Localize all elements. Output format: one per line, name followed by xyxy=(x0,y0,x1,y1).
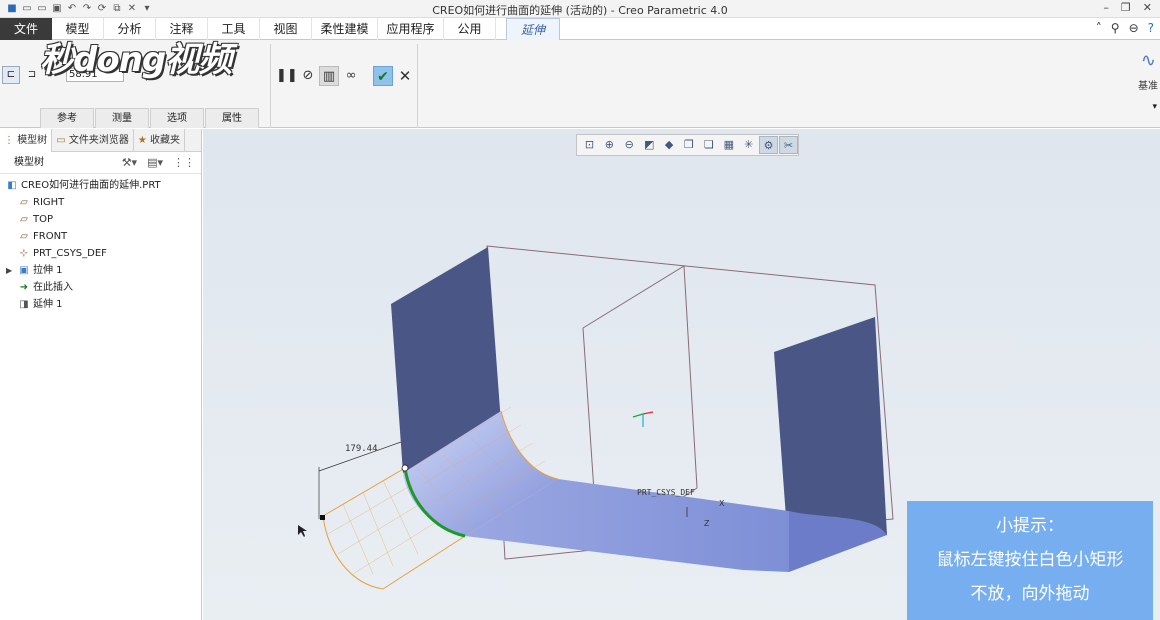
menu-right-tools: ˄ ⚲ ⊖ ? xyxy=(1096,21,1154,35)
settings-icon[interactable]: ⚒▾ xyxy=(122,152,137,174)
extrude-icon: ▣ xyxy=(19,265,29,276)
tab-7[interactable]: 公用 xyxy=(444,18,496,40)
tab-5[interactable]: 柔性建模 xyxy=(312,18,378,40)
restore-icon[interactable]: ❐ xyxy=(1121,1,1131,14)
axis-x-label: X xyxy=(719,499,725,508)
drag-handle-white[interactable] xyxy=(401,464,409,472)
datum-plane-icon: ▱ xyxy=(20,231,28,242)
tree-node-label: PRT_CSYS_DEF xyxy=(33,248,107,259)
tree-node-label: RIGHT xyxy=(33,197,65,208)
datum-plane-icon: ▱ xyxy=(20,197,28,208)
tangent-extend-icon[interactable]: ⊐ xyxy=(24,66,40,84)
navigator-panel: ⋮ 模型树 ▭ 文件夹浏览器 ★ 收藏夹 模型树 ⚒▾ ▤▾ ⋮⋮ ◧ CREO如何进… xyxy=(0,129,202,620)
watermark-logo: 秒dong视频 xyxy=(40,40,232,80)
tree-node-label: 延伸 1 xyxy=(33,299,63,310)
tree-node[interactable]: ▶ ▣ 拉伸 1 xyxy=(0,262,201,279)
tree-node[interactable]: ▱ RIGHT xyxy=(0,194,201,211)
window-controls: – ❐ ✕ xyxy=(1103,1,1152,14)
csys-icon: ⊹ xyxy=(19,248,29,259)
tree-node-label: 拉伸 1 xyxy=(33,265,63,276)
ribbon-separator xyxy=(417,44,418,128)
subtab-1[interactable]: 测量 xyxy=(95,108,149,128)
dashboard-subtabs: 参考 测量 选项 属性 xyxy=(40,108,260,128)
tree-node-label: CREO如何进行曲面的延伸.PRT xyxy=(21,180,161,191)
tab-4[interactable]: 视图 xyxy=(260,18,312,40)
extend-icon: ◨ xyxy=(19,299,29,310)
same-extend-icon[interactable]: ⊏ xyxy=(2,66,20,84)
csys-y-axis xyxy=(632,413,644,418)
window-title: CREO如何进行曲面的延伸 (活动的) - Creo Parametric 4.… xyxy=(432,4,728,17)
tree-node[interactable]: ➜ 在此插入 xyxy=(0,279,201,296)
model-tree-title: 模型树 xyxy=(14,157,44,168)
panel-tab-label: 文件夹浏览器 xyxy=(68,135,129,146)
dimension-label[interactable]: 179.44 xyxy=(345,444,378,454)
mouse-cursor xyxy=(298,525,307,537)
folder-icon: ▭ xyxy=(56,135,69,146)
ribbon-separator xyxy=(270,44,271,128)
tip-box: 小提示： 鼠标左键按住白色小矩形 不放，向外拖动 xyxy=(907,501,1153,620)
subtab-0[interactable]: 参考 xyxy=(40,108,94,128)
community-icon[interactable]: ⊖ xyxy=(1129,21,1139,35)
filter-icon[interactable]: ⋮⋮ xyxy=(173,152,195,174)
close-icon[interactable]: ✕ xyxy=(1143,1,1152,14)
preview-button[interactable]: ▥ xyxy=(319,66,339,86)
tree-node-label: 在此插入 xyxy=(33,282,73,293)
navigator-tabs: ⋮ 模型树 ▭ 文件夹浏览器 ★ 收藏夹 xyxy=(0,129,201,152)
tree-node-label: TOP xyxy=(33,214,54,225)
insert-arrow-icon: ➜ xyxy=(19,282,29,293)
verify-button[interactable]: ∞ xyxy=(341,66,361,86)
help-icon[interactable]: ? xyxy=(1148,21,1154,35)
tree-node[interactable]: ◨ 延伸 1 xyxy=(0,296,201,313)
tree-node[interactable]: ▱ TOP xyxy=(0,211,201,228)
model-tree: ◧ CREO如何进行曲面的延伸.PRT ▱ RIGHT ▱ TOP ▱ FRONT ⊹ PRT_C… xyxy=(0,174,201,313)
model-tree-tools: ⚒▾ ▤▾ ⋮⋮ xyxy=(122,152,195,174)
tree-node[interactable]: ◧ CREO如何进行曲面的延伸.PRT xyxy=(0,177,201,194)
tree-node-label: FRONT xyxy=(33,231,68,242)
datum-icon[interactable]: ∿ xyxy=(1141,50,1156,71)
panel-tab-1[interactable]: ▭ 文件夹浏览器 xyxy=(52,129,134,152)
tree-node[interactable]: ⊹ PRT_CSYS_DEF xyxy=(0,245,201,262)
minimize-icon[interactable]: – xyxy=(1103,1,1109,14)
subtab-2[interactable]: 选项 xyxy=(150,108,204,128)
collapse-ribbon-icon[interactable]: ˄ xyxy=(1096,21,1102,35)
title-bar: ■ ▭ ▭ ▣ ↶ ↷ ⟳ ⧉ ✕ ▾ CREO如何进行曲面的延伸 (活动的) … xyxy=(0,0,1160,18)
axis-z-label: Z xyxy=(704,519,710,528)
favorites-icon: ★ xyxy=(137,135,150,146)
tip-line-2: 不放，向外拖动 xyxy=(970,584,1090,604)
datum-plane-icon: ▱ xyxy=(20,214,28,225)
panel-tab-label: 收藏夹 xyxy=(149,135,180,146)
model-tree-header: 模型树 ⚒▾ ▤▾ ⋮⋮ xyxy=(0,152,201,174)
search-icon[interactable]: ⚲ xyxy=(1111,21,1120,35)
panel-tab-label: 模型树 xyxy=(17,135,48,146)
csys-label: PRT_CSYS_DEF xyxy=(637,488,695,497)
drag-handle-square[interactable] xyxy=(320,515,325,520)
pause-button[interactable]: ❚❚ xyxy=(276,66,298,86)
cancel-button[interactable]: ✕ xyxy=(395,66,415,86)
show-icon[interactable]: ▤▾ xyxy=(147,152,163,174)
ok-button[interactable]: ✔ xyxy=(373,66,393,86)
part-icon: ◧ xyxy=(7,180,17,191)
datum-dropdown-icon[interactable]: ▾ xyxy=(1152,102,1157,112)
no-preview-button[interactable]: ⊘ xyxy=(298,66,318,86)
expand-icon[interactable]: ▶ xyxy=(6,262,12,279)
tab-extend-active[interactable]: 延伸 xyxy=(506,18,560,40)
panel-tab-0[interactable]: ⋮ 模型树 xyxy=(0,129,53,152)
csys-x-axis xyxy=(642,411,654,415)
tab-6[interactable]: 应用程序 xyxy=(378,18,444,40)
datum-label: 基准 xyxy=(1138,81,1158,92)
tree-node[interactable]: ▱ FRONT xyxy=(0,228,201,245)
tree-icon: ⋮ xyxy=(4,135,18,146)
tip-line-1: 鼠标左键按住白色小矩形 xyxy=(936,550,1124,570)
tip-title: 小提示： xyxy=(996,516,1064,536)
panel-tab-2[interactable]: ★ 收藏夹 xyxy=(134,129,185,152)
subtab-3[interactable]: 属性 xyxy=(205,108,259,128)
